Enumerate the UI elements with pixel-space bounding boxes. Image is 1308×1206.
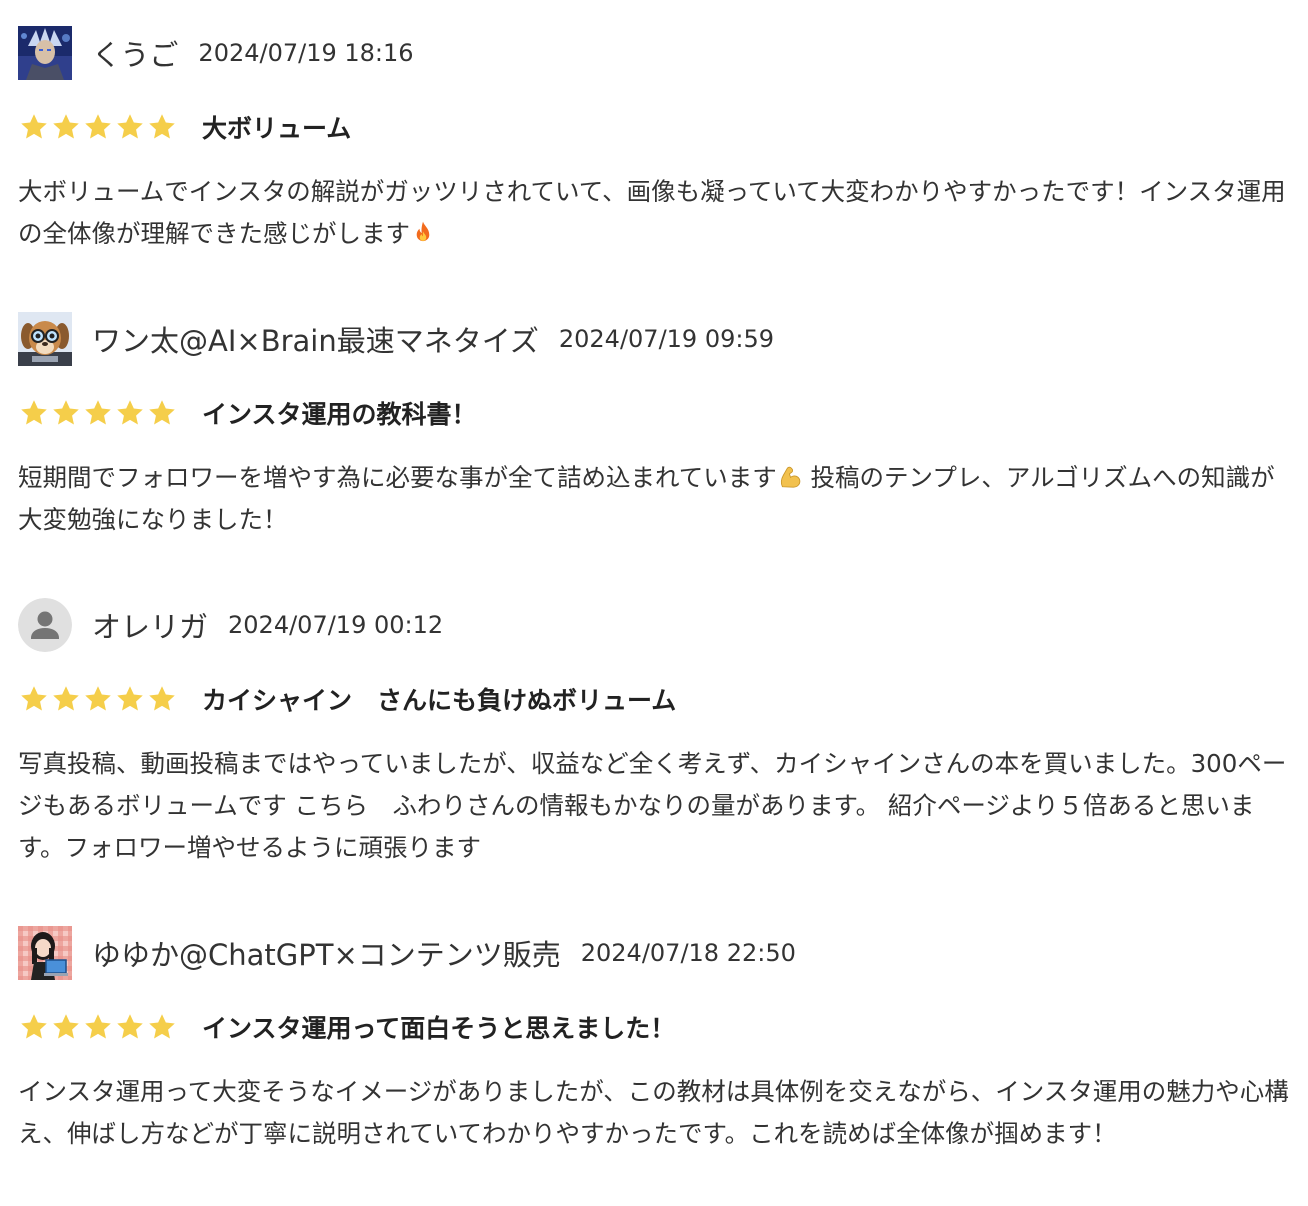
star-icon [146, 684, 178, 714]
star-rating [18, 684, 178, 714]
star-icon [114, 1012, 146, 1042]
user-name[interactable]: くうご [92, 32, 178, 74]
rating-row: 大ボリューム [18, 109, 1293, 145]
review-body-text: 大ボリュームでインスタの解説がガッツリされていて、画像も凝っていて大変わかりやす… [18, 177, 1286, 248]
review-date: 2024/07/19 00:12 [228, 611, 444, 639]
star-icon [82, 398, 114, 428]
star-icon [50, 1012, 82, 1042]
review-list: くうご 2024/07/19 18:16 大ボリューム 大ボリュームでインスタの… [0, 0, 1308, 1206]
review-body-text: 短期間でフォロワーを増やす為に必要な事が全て詰め込まれています [18, 463, 777, 492]
review-body: 写真投稿、動画投稿まではやっていましたが、収益など全く考えず、カイシャインさんの… [18, 743, 1293, 869]
star-icon [50, 398, 82, 428]
star-icon [18, 112, 50, 142]
flexed-biceps-icon [780, 466, 801, 488]
dog-with-glasses-avatar[interactable] [18, 312, 72, 366]
star-icon [114, 398, 146, 428]
review-header: ゆゆか@ChatGPT×コンテンツ販売 2024/07/18 22:50 [18, 925, 1293, 981]
star-icon [82, 684, 114, 714]
star-rating [18, 112, 178, 142]
review-header: くうご 2024/07/19 18:16 [18, 25, 1293, 81]
anime-warrior-avatar[interactable] [18, 26, 72, 80]
review-title: カイシャイン さんにも負けぬボリューム [202, 686, 677, 715]
review-header: ワン太@AI×Brain最速マネタイズ 2024/07/19 09:59 [18, 311, 1293, 367]
review-title: インスタ運用の教科書！ [202, 400, 477, 429]
review-date: 2024/07/19 18:16 [198, 39, 414, 67]
star-icon [82, 1012, 114, 1042]
review-body: 短期間でフォロワーを増やす為に必要な事が全て詰め込まれています 投稿のテンプレ、… [18, 457, 1293, 541]
review-title: 大ボリューム [202, 114, 352, 143]
rating-row: インスタ運用の教科書！ [18, 395, 1293, 431]
review-item: ゆゆか@ChatGPT×コンテンツ販売 2024/07/18 22:50 インス… [18, 925, 1293, 1155]
star-icon [114, 112, 146, 142]
star-icon [82, 112, 114, 142]
review-date: 2024/07/19 09:59 [558, 325, 774, 353]
user-name[interactable]: ゆゆか@ChatGPT×コンテンツ販売 [92, 932, 561, 974]
review-item: オレリガ 2024/07/19 00:12 カイシャイン さんにも負けぬボリュー… [18, 597, 1293, 869]
review-body-text: インスタ運用って大変そうなイメージがありましたが、この教材は具体例を交えながら、… [18, 1077, 1289, 1148]
review-body: 大ボリュームでインスタの解説がガッツリされていて、画像も凝っていて大変わかりやす… [18, 171, 1293, 255]
star-icon [146, 112, 178, 142]
star-icon [18, 1012, 50, 1042]
rating-row: インスタ運用って面白そうと思えました！ [18, 1009, 1293, 1045]
review-date: 2024/07/18 22:50 [580, 939, 796, 967]
star-icon [18, 398, 50, 428]
rating-row: カイシャイン さんにも負けぬボリューム [18, 681, 1293, 717]
star-icon [50, 684, 82, 714]
star-rating [18, 398, 178, 428]
star-icon [114, 684, 146, 714]
review-header: オレリガ 2024/07/19 00:12 [18, 597, 1293, 653]
star-icon [50, 112, 82, 142]
review-title: インスタ運用って面白そうと思えました！ [202, 1014, 676, 1043]
review-item: ワン太@AI×Brain最速マネタイズ 2024/07/19 09:59 インス… [18, 311, 1293, 541]
review-body: インスタ運用って大変そうなイメージがありましたが、この教材は具体例を交えながら、… [18, 1071, 1293, 1155]
star-icon [146, 398, 178, 428]
review-body-text: 写真投稿、動画投稿まではやっていましたが、収益など全く考えず、カイシャインさんの… [18, 749, 1287, 862]
star-icon [146, 1012, 178, 1042]
user-name[interactable]: ワン太@AI×Brain最速マネタイズ [92, 318, 539, 360]
user-name[interactable]: オレリガ [92, 604, 208, 646]
default-user-avatar[interactable] [18, 598, 72, 652]
star-icon [18, 684, 50, 714]
star-rating [18, 1012, 178, 1042]
review-item: くうご 2024/07/19 18:16 大ボリューム 大ボリュームでインスタの… [18, 25, 1293, 255]
fire-icon [416, 221, 430, 242]
woman-with-laptop-avatar[interactable] [18, 926, 72, 980]
